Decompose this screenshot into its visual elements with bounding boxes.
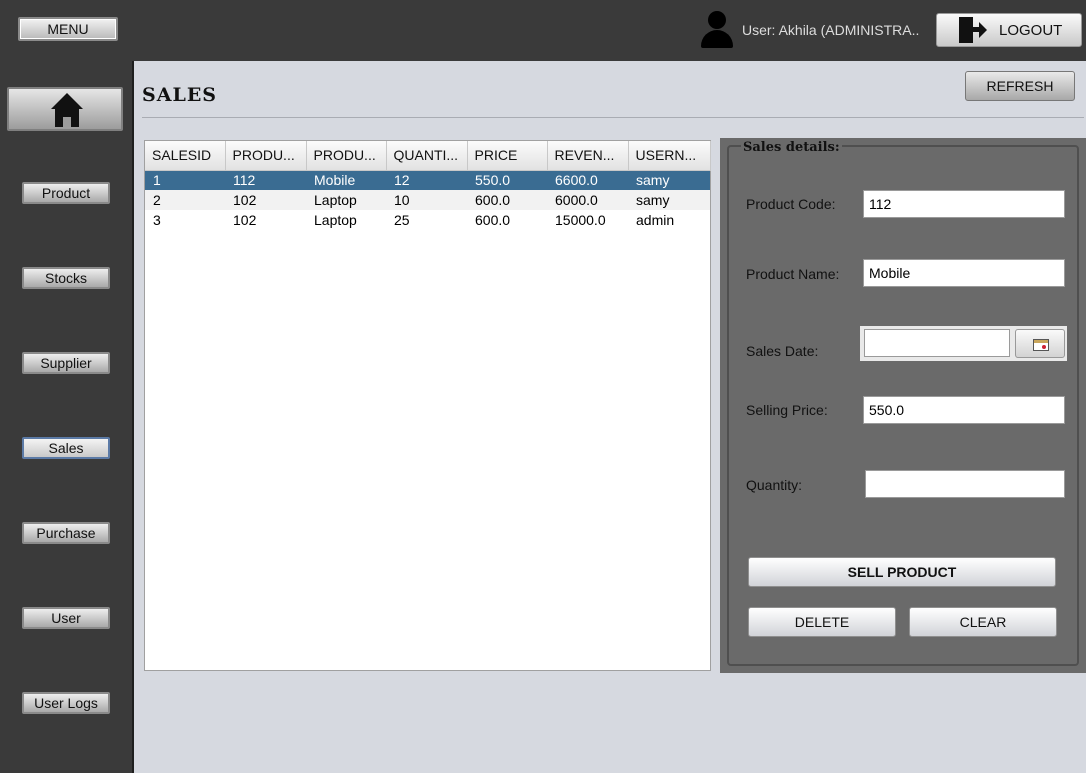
clear-button[interactable]: CLEAR [909,607,1057,637]
home-icon [51,93,83,127]
table-cell: 3 [153,212,161,228]
details-legend: Sales details: [741,140,842,155]
table-cell: Laptop [306,190,386,210]
quantity-field[interactable] [865,470,1065,498]
table-cell: 550.0 [467,170,547,190]
table-cell: 102 [225,190,306,210]
sidebar-item-purchase[interactable]: Purchase [22,522,110,544]
table-cell: 15000.0 [555,212,606,228]
selling-price-field[interactable] [863,396,1065,424]
top-bar: MENU User: Akhila (ADMINISTRA.. LOGOUT [0,0,1086,61]
table-cell: 1 [145,170,225,190]
delete-button[interactable]: DELETE [748,607,896,637]
table-row[interactable]: 2 102 Laptop 10 600.0 6000.0 samy [145,190,710,210]
table-cell: samy [628,170,710,190]
selling-price-label: Selling Price: [746,402,828,418]
table-cell: 112 [225,170,306,190]
sidebar-item-product[interactable]: Product [22,182,110,204]
sales-date-label: Sales Date: [746,343,819,359]
sales-date-picker [860,326,1067,361]
table-cell: 6600.0 [547,170,628,190]
table-cell: Mobile [306,170,386,190]
sell-product-button[interactable]: SELL PRODUCT [748,557,1056,587]
sales-date-field[interactable] [864,329,1010,357]
sidebar-item-sales[interactable]: Sales [22,437,110,459]
calendar-icon [1033,339,1049,351]
column-header[interactable]: PRODU... [306,141,387,171]
table-cell: 600.0 [475,212,511,228]
table-cell: admin [636,212,675,228]
user-icon [700,11,734,49]
product-name-label: Product Name: [746,266,840,282]
refresh-button[interactable]: REFRESH [965,71,1075,101]
column-header[interactable]: SALESID [145,141,226,171]
column-header[interactable]: PRODU... [225,141,307,171]
user-label: User: Akhila (ADMINISTRA.. [742,22,920,38]
column-header[interactable]: QUANTI... [386,141,468,171]
column-header[interactable]: PRICE [467,141,548,171]
table-cell: 2 [145,190,225,210]
table-cell: 600.0 [467,190,547,210]
sidebar-item-stocks[interactable]: Stocks [22,267,110,289]
table-row[interactable]: 1 112 Mobile 12 550.0 6600.0 samy [145,170,710,190]
quantity-label: Quantity: [746,477,803,493]
product-name-field[interactable] [863,259,1065,287]
menu-button[interactable]: MENU [18,17,118,41]
sales-table[interactable]: SALESID PRODU... PRODU... QUANTI... PRIC… [144,140,711,671]
logout-icon [957,16,987,44]
table-cell: 12 [386,170,467,190]
table-header-row: SALESID PRODU... PRODU... QUANTI... PRIC… [145,141,711,171]
table-row[interactable]: 3 102 Laptop 25 600.0 15000.0 admin [145,210,710,230]
user-info: User: Akhila (ADMINISTRA.. [700,10,919,50]
table-cell: 102 [233,212,257,228]
sidebar-item-supplier[interactable]: Supplier [22,352,110,374]
sales-details-panel: Sales details: Product Code: Product Nam… [720,138,1086,673]
product-code-label: Product Code: [746,196,836,212]
home-button[interactable] [7,87,123,131]
logout-label: LOGOUT [999,21,1063,39]
date-picker-button[interactable] [1015,329,1065,358]
table-cell: Laptop [314,212,357,228]
table-cell: 10 [386,190,467,210]
logout-button[interactable]: LOGOUT [936,13,1082,47]
page-title: SALES [142,84,218,106]
table-cell: samy [628,190,710,210]
product-code-field[interactable] [863,190,1065,218]
title-divider [142,117,1084,118]
sidebar-item-user[interactable]: User [22,607,110,629]
column-header[interactable]: REVEN... [547,141,629,171]
table-cell: 6000.0 [547,190,628,210]
table-cell: 25 [394,212,410,228]
column-header[interactable]: USERN... [628,141,711,171]
sidebar: Product Stocks Supplier Sales Purchase U… [0,61,134,773]
sidebar-item-user-logs[interactable]: User Logs [22,692,110,714]
